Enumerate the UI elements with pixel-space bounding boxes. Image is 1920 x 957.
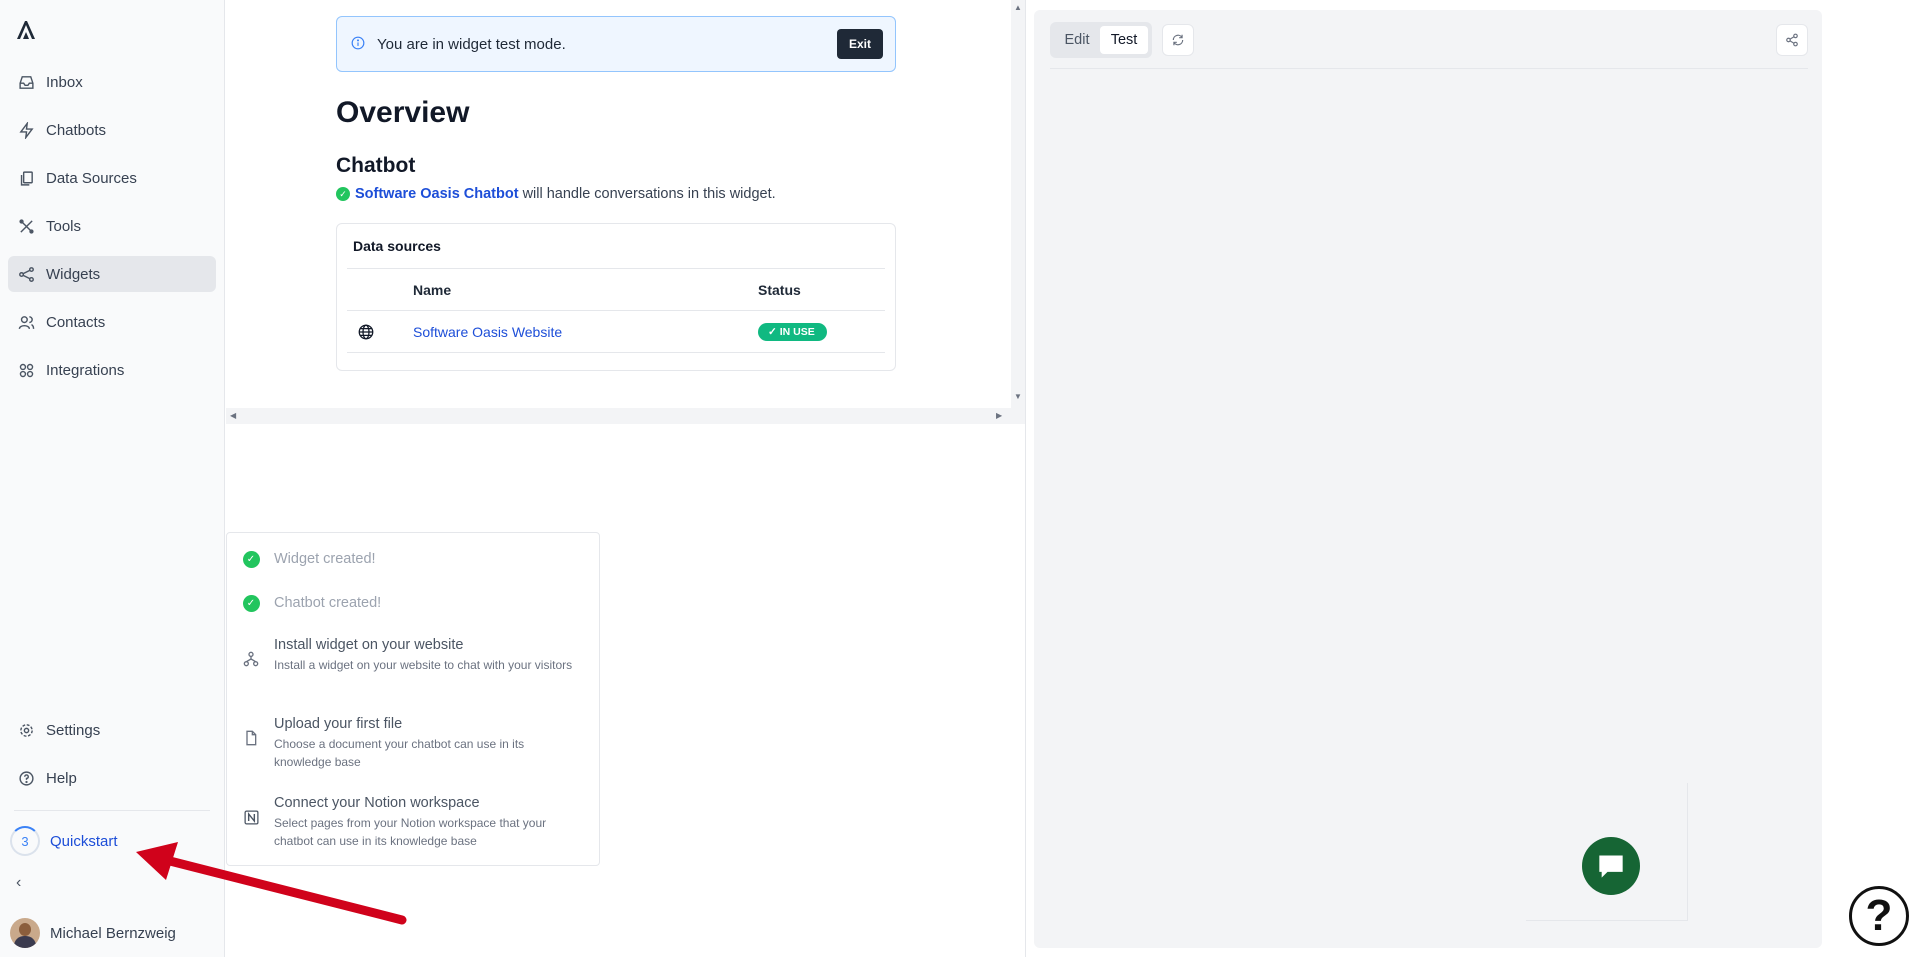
quickstart-progress-ring: 3 — [10, 826, 40, 856]
quickstart-done-label: Widget created! — [274, 551, 376, 567]
banner-text: You are in widget test mode. — [377, 35, 566, 53]
data-sources-title: Data sources — [353, 238, 441, 254]
share-button[interactable] — [1776, 24, 1808, 56]
sidebar-item-label: Help — [46, 769, 77, 787]
sidebar-item-integrations[interactable]: Integrations — [8, 352, 216, 388]
quickstart-step-title: Connect your Notion workspace — [274, 795, 480, 811]
sidebar-item-label: Inbox — [46, 73, 83, 91]
sidebar-item-label: Chatbots — [46, 121, 107, 139]
check-circle-icon: ✓ — [242, 595, 260, 612]
info-icon — [351, 36, 365, 53]
divider — [347, 352, 885, 353]
sidebar-item-tools[interactable]: Tools — [8, 208, 216, 244]
tab-edit[interactable]: Edit — [1054, 32, 1100, 48]
quickstart-label: Quickstart — [50, 832, 118, 850]
scroll-right-arrow-icon[interactable]: ▶ — [996, 411, 1002, 420]
quickstart-step-desc: Choose a document your chatbot can use i… — [274, 737, 525, 769]
grid-icon — [16, 360, 36, 380]
chat-bubble-icon — [1599, 855, 1623, 878]
avatar — [10, 918, 40, 948]
sidebar-item-chatbots[interactable]: Chatbots — [8, 112, 216, 148]
documents-icon — [16, 168, 36, 188]
chatbot-suffix-text: will handle conversations in this widget… — [522, 186, 776, 202]
check-circle-icon: ✓ — [336, 187, 350, 201]
quickstart-button[interactable]: 3 Quickstart — [10, 826, 118, 856]
status-badge-text: IN USE — [779, 326, 815, 338]
horizontal-scrollbar[interactable]: ◀ ▶ — [226, 408, 1025, 424]
vertical-scrollbar[interactable]: ▲ ▼ — [1011, 0, 1025, 408]
page-title: Overview — [336, 96, 470, 129]
quickstart-step-title: Upload your first file — [274, 716, 403, 732]
column-header-name: Name — [413, 282, 452, 298]
edit-test-toggle: Edit Test — [1050, 22, 1152, 58]
scroll-up-arrow-icon[interactable]: ▲ — [1014, 3, 1022, 12]
widget-icon — [16, 264, 36, 284]
sidebar-item-data-sources[interactable]: Data Sources — [8, 160, 216, 196]
users-icon — [16, 312, 36, 332]
status-badge: ✓ IN USE — [758, 323, 827, 341]
quickstart-done-item: ✓ Chatbot created! — [242, 595, 381, 612]
help-circle-icon — [16, 768, 36, 788]
data-sources-card: Data sources Name Status Software Oasis … — [336, 223, 896, 371]
chatbot-status-line: ✓ Software Oasis Chatbot will handle con… — [336, 186, 776, 202]
quickstart-done-item: ✓ Widget created! — [242, 551, 376, 568]
quickstart-step-install-widget[interactable]: Install widget on your website Install a… — [242, 637, 574, 674]
quickstart-step-upload-file[interactable]: Upload your first file Choose a document… — [242, 716, 574, 771]
widget-overview-panel: You are in widget test mode. Exit Overvi… — [226, 0, 1025, 424]
test-mode-banner: You are in widget test mode. Exit — [336, 16, 896, 72]
divider — [1050, 68, 1808, 69]
gear-icon — [16, 720, 36, 740]
sidebar-item-label: Contacts — [46, 313, 106, 331]
bolt-icon — [16, 120, 36, 140]
share-icon — [1786, 33, 1798, 47]
scroll-left-arrow-icon[interactable]: ◀ — [230, 411, 236, 420]
sidebar: Inbox Chatbots Data Sources Tools Widget… — [0, 0, 225, 957]
tools-icon — [16, 216, 36, 236]
collapse-sidebar-chevron-left-icon[interactable]: ‹ — [16, 874, 21, 892]
divider — [347, 268, 885, 269]
annotation-arrow-icon — [136, 842, 407, 925]
globe-icon — [358, 324, 374, 340]
app-logo-icon[interactable] — [14, 18, 38, 42]
check-circle-icon: ✓ — [242, 551, 260, 568]
sidebar-divider — [14, 810, 210, 811]
widget-preview-pane: Edit Test — [1034, 10, 1822, 948]
chat-launcher-button[interactable] — [1582, 837, 1640, 895]
floating-help-button[interactable]: ? — [1849, 886, 1909, 946]
chatbot-link[interactable]: Software Oasis Chatbot — [355, 186, 519, 202]
chatbot-heading: Chatbot — [336, 154, 416, 177]
sidebar-item-label: Integrations — [46, 361, 125, 379]
sidebar-item-settings[interactable]: Settings — [8, 712, 216, 748]
sidebar-item-label: Data Sources — [46, 169, 137, 187]
sitemap-icon — [242, 637, 260, 674]
file-icon — [242, 716, 260, 771]
sidebar-item-help[interactable]: Help — [8, 760, 216, 796]
refresh-icon — [1172, 34, 1184, 46]
quickstart-done-label: Chatbot created! — [274, 595, 382, 611]
inbox-icon — [16, 72, 36, 92]
sidebar-item-inbox[interactable]: Inbox — [8, 64, 216, 100]
refresh-button[interactable] — [1162, 24, 1194, 56]
sidebar-item-label: Tools — [46, 217, 82, 235]
column-header-status: Status — [758, 282, 801, 298]
quickstart-panel: ✓ Widget created! ✓ Chatbot created! Ins… — [226, 532, 600, 866]
sidebar-item-contacts[interactable]: Contacts — [8, 304, 216, 340]
data-source-link[interactable]: Software Oasis Website — [413, 324, 562, 340]
exit-test-mode-button[interactable]: Exit — [836, 29, 883, 59]
divider — [347, 310, 885, 311]
panel-divider — [1025, 0, 1026, 957]
sidebar-item-widgets[interactable]: Widgets — [8, 256, 216, 292]
sidebar-item-label: Widgets — [46, 265, 101, 283]
quickstart-step-title: Install widget on your website — [274, 637, 464, 653]
quickstart-step-desc: Install a widget on your website to chat… — [274, 658, 573, 672]
scroll-down-arrow-icon[interactable]: ▼ — [1014, 392, 1022, 401]
sidebar-item-label: Settings — [46, 721, 101, 739]
tab-test[interactable]: Test — [1100, 26, 1148, 54]
